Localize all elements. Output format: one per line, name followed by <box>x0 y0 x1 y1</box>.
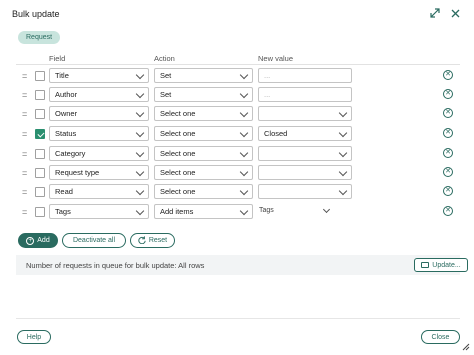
reset-button[interactable]: Reset <box>130 233 175 248</box>
field-select[interactable]: Category <box>49 146 149 161</box>
action-select[interactable]: Select one <box>154 106 253 121</box>
remove-row-icon[interactable]: ✕ <box>443 128 453 138</box>
action-select[interactable]: Select one <box>154 126 253 141</box>
close-icon[interactable] <box>449 7 461 19</box>
drag-handle-icon[interactable]: = <box>22 90 27 100</box>
queue-bar: Number of requests in queue for bulk upd… <box>16 255 468 275</box>
remove-row-icon[interactable]: ✕ <box>443 70 453 80</box>
reset-icon <box>138 235 146 246</box>
chevron-down-icon <box>135 148 145 157</box>
chevron-down-icon <box>239 70 249 79</box>
plus-icon: + <box>26 236 35 245</box>
value-input[interactable]: ... <box>258 87 352 102</box>
footer-divider <box>16 318 460 319</box>
expand-icon[interactable] <box>429 7 441 19</box>
column-header-new-value: New value <box>258 54 294 63</box>
remove-row-icon[interactable]: ✕ <box>443 167 453 177</box>
row-checkbox[interactable] <box>35 149 45 159</box>
row-checkbox[interactable] <box>35 129 45 139</box>
chevron-down-icon <box>239 206 249 215</box>
drag-handle-icon[interactable]: = <box>22 109 27 119</box>
queue-text: Number of requests in queue for bulk upd… <box>26 261 205 270</box>
field-select[interactable]: Status <box>49 126 149 141</box>
update-row: = Read Select one ✕ <box>0 184 474 200</box>
dialog-title: Bulk update <box>12 9 60 19</box>
remove-row-icon[interactable]: ✕ <box>443 186 453 196</box>
action-select[interactable]: Add items <box>154 204 253 219</box>
chevron-down-icon <box>338 128 348 137</box>
chevron-down-icon <box>239 186 249 195</box>
close-button[interactable]: Close <box>421 330 460 344</box>
deactivate-all-button[interactable]: Deactivate all <box>62 233 126 248</box>
value-select[interactable]: Closed <box>258 126 352 141</box>
add-button[interactable]: + Add <box>18 233 58 248</box>
chevron-down-icon[interactable] <box>322 205 331 214</box>
value-select[interactable] <box>258 184 352 199</box>
remove-row-icon[interactable]: ✕ <box>443 89 453 99</box>
chevron-down-icon <box>135 128 145 137</box>
row-checkbox[interactable] <box>35 187 45 197</box>
row-checkbox[interactable] <box>35 168 45 178</box>
chevron-down-icon <box>239 128 249 137</box>
field-select[interactable]: Author <box>49 87 149 102</box>
remove-row-icon[interactable]: ✕ <box>443 108 453 118</box>
field-select[interactable]: Title <box>49 68 149 83</box>
update-row: = Author Set... ✕ <box>0 87 474 103</box>
action-select[interactable]: Set <box>154 68 253 83</box>
action-select[interactable]: Set <box>154 87 253 102</box>
chevron-down-icon <box>338 148 348 157</box>
header-divider <box>16 64 460 65</box>
update-row: = Category Select one ✕ <box>0 146 474 162</box>
drag-handle-icon[interactable]: = <box>22 149 27 159</box>
chevron-down-icon <box>239 167 249 176</box>
chevron-down-icon <box>135 186 145 195</box>
action-select[interactable]: Select one <box>154 184 253 199</box>
row-checkbox[interactable] <box>35 71 45 81</box>
drag-handle-icon[interactable]: = <box>22 207 27 217</box>
value-input[interactable]: ... <box>258 68 352 83</box>
row-checkbox[interactable] <box>35 207 45 217</box>
field-select[interactable]: Owner <box>49 106 149 121</box>
column-header-field: Field <box>49 54 66 63</box>
field-select[interactable]: Tags <box>49 204 149 219</box>
help-button[interactable]: Help <box>17 330 51 344</box>
drag-handle-icon[interactable]: = <box>22 129 27 139</box>
chevron-down-icon <box>338 167 348 176</box>
update-row: = Tags Add items Tags ✕ <box>0 204 474 220</box>
update-row: = Title Set... ✕ <box>0 68 474 84</box>
action-select[interactable]: Select one <box>154 146 253 161</box>
drag-handle-icon[interactable]: = <box>22 187 27 197</box>
chevron-down-icon <box>135 89 145 98</box>
chevron-down-icon <box>338 186 348 195</box>
update-row: = Status Select one Closed ✕ <box>0 126 474 142</box>
field-select[interactable]: Request type <box>49 165 149 180</box>
update-row: = Owner Select one ✕ <box>0 106 474 122</box>
field-select[interactable]: Read <box>49 184 149 199</box>
value-select[interactable] <box>258 106 352 121</box>
chevron-down-icon <box>239 148 249 157</box>
update-button[interactable]: Update... <box>414 258 468 272</box>
row-checkbox[interactable] <box>35 109 45 119</box>
remove-row-icon[interactable]: ✕ <box>443 148 453 158</box>
update-icon <box>421 262 430 268</box>
action-select[interactable]: Select one <box>154 165 253 180</box>
chevron-down-icon <box>135 167 145 176</box>
chevron-down-icon <box>135 108 145 117</box>
row-checkbox[interactable] <box>35 90 45 100</box>
chevron-down-icon <box>338 108 348 117</box>
value-select[interactable]: Tags <box>259 207 274 214</box>
chevron-down-icon <box>135 206 145 215</box>
remove-row-icon[interactable]: ✕ <box>443 206 453 216</box>
value-select[interactable] <box>258 165 352 180</box>
tab-request[interactable]: Request <box>18 31 61 44</box>
chevron-down-icon <box>239 89 249 98</box>
update-row: = Request type Select one ✕ <box>0 165 474 181</box>
chevron-down-icon <box>239 108 249 117</box>
chevron-down-icon <box>135 70 145 79</box>
value-select[interactable] <box>258 146 352 161</box>
drag-handle-icon[interactable]: = <box>22 168 27 178</box>
drag-handle-icon[interactable]: = <box>22 71 27 81</box>
column-header-action: Action <box>154 54 175 63</box>
resize-grip-icon[interactable] <box>462 343 470 351</box>
